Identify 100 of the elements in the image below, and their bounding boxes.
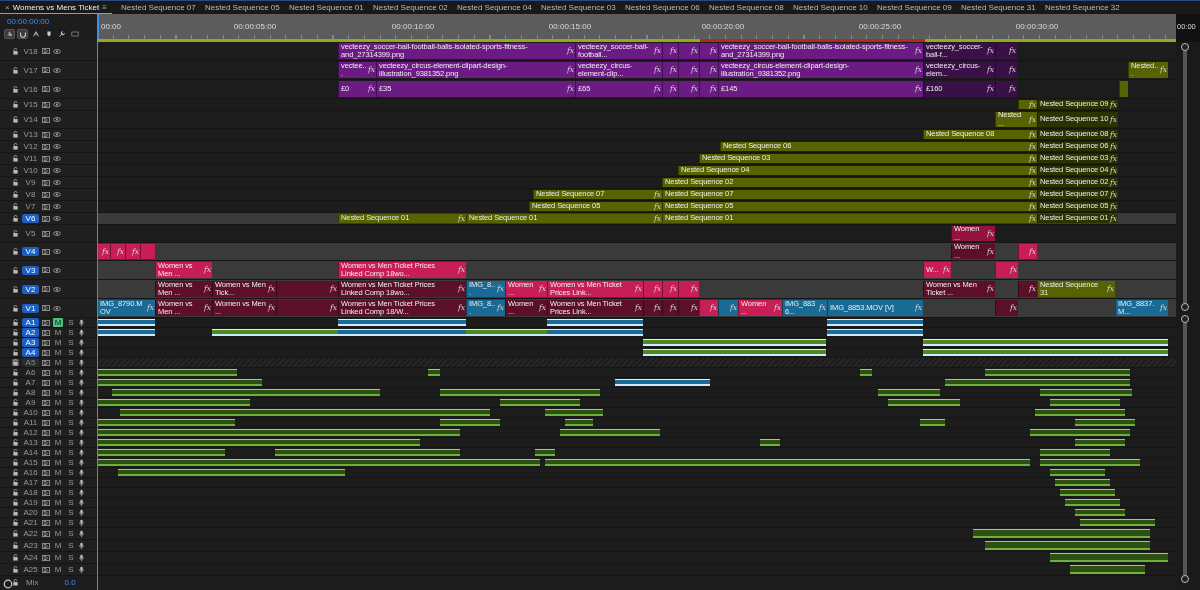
audio-clip[interactable] xyxy=(1065,499,1120,506)
audio-clip[interactable] xyxy=(643,349,826,356)
sync-lock-icon[interactable] xyxy=(42,167,50,174)
lock-icon[interactable] xyxy=(12,215,19,222)
audio-clip[interactable] xyxy=(545,409,603,416)
mute-toggle[interactable]: M xyxy=(53,508,63,517)
audio-clip[interactable] xyxy=(97,439,205,446)
scrollbar[interactable] xyxy=(1180,314,1190,584)
sync-lock-icon[interactable] xyxy=(42,429,50,436)
track-target[interactable]: A10 xyxy=(22,408,39,417)
lock-icon[interactable] xyxy=(12,489,19,496)
lock-icon[interactable] xyxy=(12,509,19,516)
audio-clip[interactable] xyxy=(97,449,200,456)
track-target[interactable]: A2 xyxy=(22,328,39,337)
audio-clip[interactable] xyxy=(1040,389,1132,396)
sync-lock-icon[interactable] xyxy=(42,215,50,222)
audio-clip[interactable] xyxy=(97,459,540,466)
lock-icon[interactable] xyxy=(12,339,19,346)
mute-toggle[interactable]: M xyxy=(53,378,63,387)
audio-clip[interactable] xyxy=(212,329,338,336)
solo-toggle[interactable]: S xyxy=(66,508,76,517)
sync-lock-icon[interactable] xyxy=(42,459,50,466)
track-target[interactable]: A18 xyxy=(22,488,39,497)
volume-value[interactable]: 0.0 xyxy=(64,577,76,587)
audio-clip[interactable] xyxy=(1050,469,1080,476)
solo-toggle[interactable]: S xyxy=(66,338,76,347)
audio-clip[interactable] xyxy=(643,339,826,346)
audio-clip[interactable] xyxy=(428,369,440,376)
audio-clip[interactable] xyxy=(827,319,923,326)
track-target[interactable]: A22 xyxy=(22,529,39,538)
eye-icon[interactable] xyxy=(53,249,61,254)
track-target[interactable]: V3 xyxy=(22,265,39,275)
solo-toggle[interactable]: S xyxy=(66,428,76,437)
audio-clip[interactable] xyxy=(547,319,643,326)
track-target[interactable]: A13 xyxy=(22,438,39,447)
audio-clip[interactable] xyxy=(175,399,250,406)
sync-lock-icon[interactable] xyxy=(42,329,50,336)
sync-lock-icon[interactable] xyxy=(42,286,50,292)
audio-clip[interactable] xyxy=(985,369,1130,376)
solo-toggle[interactable]: S xyxy=(66,408,76,417)
lock-icon[interactable] xyxy=(12,101,19,108)
audio-clip[interactable] xyxy=(535,449,555,456)
eye-icon[interactable] xyxy=(53,132,61,137)
sequence-tab[interactable]: Nested Sequence 10 xyxy=(784,1,868,14)
lock-icon[interactable] xyxy=(12,469,19,476)
sequence-tab[interactable]: Nested Sequence 07 xyxy=(112,1,196,14)
solo-toggle[interactable]: S xyxy=(66,318,76,327)
eye-icon[interactable] xyxy=(53,102,61,107)
mute-toggle[interactable]: M xyxy=(53,348,63,357)
microphone-icon[interactable] xyxy=(79,488,84,497)
lock-icon[interactable] xyxy=(12,66,19,74)
eye-icon[interactable] xyxy=(53,305,61,311)
lock-icon[interactable] xyxy=(12,499,19,506)
audio-clip[interactable] xyxy=(210,409,490,416)
audio-clip[interactable] xyxy=(1030,429,1130,436)
eye-icon[interactable] xyxy=(53,216,61,221)
audio-clip[interactable] xyxy=(1075,419,1135,426)
eye-icon[interactable] xyxy=(53,267,61,273)
microphone-icon[interactable] xyxy=(79,368,84,377)
microphone-icon[interactable] xyxy=(79,458,84,467)
audio-clip[interactable] xyxy=(760,439,780,446)
mute-toggle[interactable]: M xyxy=(53,448,63,457)
eye-icon[interactable] xyxy=(53,86,61,92)
mute-toggle[interactable]: M xyxy=(53,438,63,447)
track-target[interactable]: A1 xyxy=(22,318,39,327)
sync-lock-icon[interactable] xyxy=(42,131,50,138)
track-target[interactable]: V13 xyxy=(22,130,39,139)
track-target[interactable]: A3 xyxy=(22,338,39,347)
microphone-icon[interactable] xyxy=(79,338,84,347)
microphone-icon[interactable] xyxy=(79,408,84,417)
sync-lock-icon[interactable] xyxy=(42,379,50,386)
solo-toggle[interactable]: S xyxy=(66,553,76,562)
audio-clip[interactable] xyxy=(923,339,1168,346)
sync-lock-icon[interactable] xyxy=(42,469,50,476)
audio-clip[interactable] xyxy=(920,419,945,426)
track-target[interactable]: A4 xyxy=(22,348,39,357)
track-target[interactable]: A8 xyxy=(22,388,39,397)
microphone-icon[interactable] xyxy=(79,438,84,447)
timecode[interactable]: 00:00:00:00 xyxy=(0,14,97,27)
lock-icon[interactable] xyxy=(12,304,19,312)
microphone-icon[interactable] xyxy=(79,498,84,507)
audio-clip[interactable] xyxy=(945,379,1130,386)
lock-icon[interactable] xyxy=(12,419,19,426)
sync-lock-icon[interactable] xyxy=(42,554,50,561)
sync-lock-icon[interactable] xyxy=(42,369,50,376)
audio-clip[interactable] xyxy=(878,389,940,396)
audio-clip[interactable] xyxy=(466,329,547,336)
audio-clip[interactable] xyxy=(205,439,420,446)
audio-clip[interactable] xyxy=(97,429,370,436)
sequence-tab[interactable]: Nested Sequence 09 xyxy=(868,1,952,14)
lock-icon[interactable] xyxy=(12,389,19,396)
mute-toggle[interactable]: M xyxy=(53,478,63,487)
lock-icon[interactable] xyxy=(12,155,19,162)
audio-clip[interactable] xyxy=(923,349,1168,356)
lock-icon[interactable] xyxy=(12,191,19,198)
audio-clip[interactable] xyxy=(1075,439,1125,446)
sync-lock-icon[interactable] xyxy=(42,101,50,108)
track-target[interactable]: V2 xyxy=(22,284,39,294)
mute-toggle[interactable]: M xyxy=(53,428,63,437)
audio-clip[interactable] xyxy=(500,399,580,406)
